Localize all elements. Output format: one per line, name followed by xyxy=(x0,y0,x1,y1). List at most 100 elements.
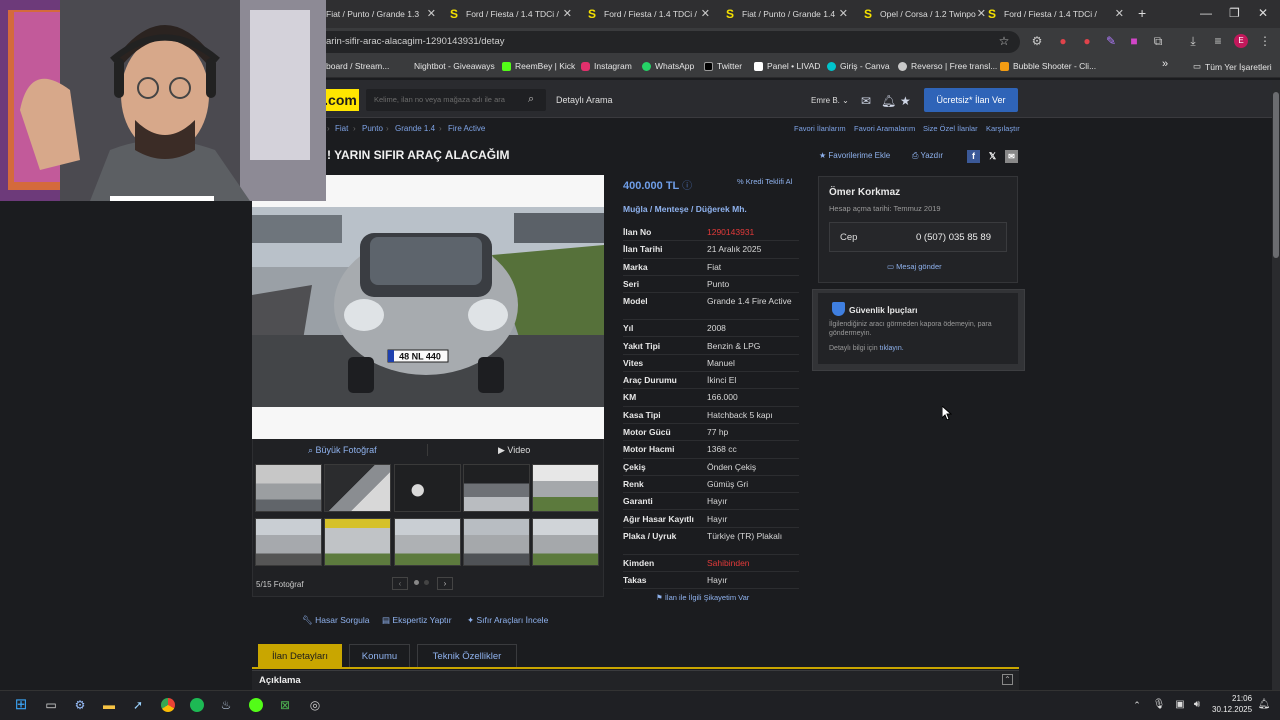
print-link[interactable]: ⎙ Yazdır xyxy=(912,151,943,161)
page-dot[interactable] xyxy=(424,580,429,585)
breadcrumb-item[interactable]: Fire Active xyxy=(448,124,485,133)
minimize-icon[interactable]: — xyxy=(1200,6,1212,20)
favorite-listings-link[interactable]: Favori İlanlarım xyxy=(794,124,846,133)
tab-technical[interactable]: Teknik Özellikler xyxy=(417,644,517,668)
add-favorite-link[interactable]: ★ Favorilerime Ekle xyxy=(819,151,890,160)
menu-icon[interactable]: ⋮ xyxy=(1258,34,1272,48)
breadcrumb-item[interactable]: Fiat xyxy=(335,124,348,133)
app-icon[interactable]: ⊠ xyxy=(276,696,294,714)
bell-icon[interactable]: 🔔︎ xyxy=(881,94,896,108)
close-icon[interactable]: ✕ xyxy=(701,7,710,20)
download-icon[interactable]: ⤓ xyxy=(1186,34,1200,48)
bookmark-item[interactable]: Giriş - Canva xyxy=(827,61,890,71)
bookmark-item[interactable]: Reverso | Free transl... xyxy=(898,61,997,71)
prev-page-button[interactable]: ‹ xyxy=(392,577,408,590)
close-icon[interactable]: ✕ xyxy=(1115,7,1124,20)
thumbnail[interactable] xyxy=(532,464,599,512)
bookmark-star-icon[interactable]: ☆ xyxy=(997,34,1011,48)
extension-icon[interactable]: ● xyxy=(1080,34,1094,48)
close-icon[interactable]: ✕ xyxy=(427,7,436,20)
complaint-link[interactable]: ⚑ İlan ile İlgili Şikayetim Var xyxy=(656,593,749,602)
windows-start-icon[interactable]: ⊞ xyxy=(12,696,30,714)
obs-icon[interactable]: ◎ xyxy=(306,696,324,714)
location-breadcrumb[interactable]: Muğla / Menteşe / Düğerek Mh. xyxy=(623,204,747,214)
collapse-icon[interactable]: ⌃ xyxy=(1002,674,1013,685)
thumbnail[interactable] xyxy=(255,464,322,512)
browser-tab[interactable]: Fiat / Punto / Grande 1.3 ✕ xyxy=(326,4,436,24)
network-icon[interactable]: ▣ xyxy=(1171,696,1189,714)
browser-tab[interactable]: S Ford / Fiesta / 1.4 TDCi / ✕ xyxy=(986,4,1124,24)
thumbnail[interactable] xyxy=(394,518,461,566)
search-input[interactable]: Kelime, ilan no veya mağaza adı ile ara xyxy=(366,89,546,111)
main-photo[interactable]: 48 NL 440 xyxy=(252,175,604,439)
info-icon[interactable]: ⓘ xyxy=(682,181,692,192)
favorite-searches-link[interactable]: Favori Aramalarım xyxy=(854,124,915,133)
extension-icon[interactable]: ● xyxy=(1056,34,1070,48)
settings-icon[interactable]: ⚙ xyxy=(71,696,89,714)
thumbnail[interactable] xyxy=(463,464,530,512)
damage-query-link[interactable]: 🔧︎ Hasar Sorgula xyxy=(302,615,370,626)
new-cars-link[interactable]: ✦ Sıfır Araçları İncele xyxy=(467,615,548,626)
thumbnail[interactable] xyxy=(255,518,322,566)
file-explorer-icon[interactable]: ▬ xyxy=(100,696,118,714)
bookmark-item[interactable]: Nightbot - Giveaways xyxy=(414,61,495,71)
site-logo[interactable]: .com xyxy=(322,89,359,111)
bookmark-item[interactable]: Twitter xyxy=(704,61,742,71)
thumbnail[interactable] xyxy=(394,464,461,512)
app-icon[interactable]: ➚ xyxy=(129,696,147,714)
phone-number[interactable]: 0 (507) 035 85 89 xyxy=(916,232,991,243)
thumbnail[interactable] xyxy=(463,518,530,566)
extension-icon[interactable]: ⚙ xyxy=(1030,34,1044,48)
star-icon[interactable]: ★ xyxy=(900,94,911,108)
safety-detail-link[interactable]: tıklayın. xyxy=(880,345,904,352)
bookmark-item[interactable]: Panel • LIVAD xyxy=(754,61,820,71)
close-icon[interactable]: ✕ xyxy=(563,7,572,20)
bookmark-item[interactable]: ReemBey | Kick xyxy=(502,61,575,71)
thumbnail[interactable] xyxy=(532,518,599,566)
close-icon[interactable]: ✕ xyxy=(839,7,848,20)
browser-tab[interactable]: S Ford / Fiesta / 1.4 TDCi / ✕ xyxy=(448,4,572,24)
breadcrumb-item[interactable]: Punto xyxy=(362,124,383,133)
url-field[interactable]: arin-sifir-arac-alacagim-1290143931/deta… xyxy=(300,31,1020,53)
steam-icon[interactable]: ♨ xyxy=(217,696,235,714)
chrome-icon[interactable] xyxy=(159,696,177,714)
credit-offer-link[interactable]: % Kredi Teklifi Al xyxy=(737,177,792,186)
media-icon[interactable]: ≡ xyxy=(1211,34,1225,48)
bookmark-item[interactable]: board / Stream... xyxy=(326,61,389,71)
new-tab-button[interactable]: + xyxy=(1138,5,1146,21)
profile-avatar[interactable]: E xyxy=(1234,34,1248,48)
bookmark-item[interactable]: Instagram xyxy=(581,61,632,71)
email-share-icon[interactable]: ✉ xyxy=(1005,150,1018,163)
next-page-button[interactable]: › xyxy=(437,577,453,590)
bookmarks-overflow[interactable]: » xyxy=(1162,58,1168,70)
mail-icon[interactable]: ✉ xyxy=(861,94,871,108)
microphone-icon[interactable]: 🎙︎ xyxy=(1150,696,1168,714)
task-view-icon[interactable]: ▭ xyxy=(42,696,60,714)
user-menu[interactable]: Emre B. ⌄ xyxy=(811,96,849,105)
bookmark-item[interactable]: WhatsApp xyxy=(642,61,694,71)
maximize-icon[interactable]: ❐ xyxy=(1229,6,1240,20)
big-photo-link[interactable]: ⌕ Büyük Fotoğraf xyxy=(308,445,377,456)
tab-location[interactable]: Konumu xyxy=(349,644,410,668)
breadcrumb-item[interactable]: Grande 1.4 xyxy=(395,124,435,133)
x-icon[interactable]: 𝕏 xyxy=(986,150,999,163)
video-link[interactable]: ▶︎ Video xyxy=(498,445,530,456)
post-ad-button[interactable]: Ücretsiz* İlan Ver xyxy=(924,88,1018,112)
compare-link[interactable]: Karşılaştır xyxy=(986,124,1020,133)
browser-tab[interactable]: S Ford / Fiesta / 1.4 TDCi / ✕ xyxy=(586,4,710,24)
inspection-link[interactable]: ▤ Ekspertiz Yaptır xyxy=(382,615,452,626)
extension-icon[interactable]: ■ xyxy=(1127,34,1141,48)
all-bookmarks[interactable]: ▭ Tüm Yer İşaretleri xyxy=(1193,61,1272,72)
close-icon[interactable]: ✕ xyxy=(977,7,986,20)
special-listings-link[interactable]: Size Özel İlanlar xyxy=(923,124,978,133)
volume-icon[interactable]: 🔊︎ xyxy=(1188,696,1206,714)
thumbnail[interactable] xyxy=(324,518,391,566)
chevron-up-icon[interactable]: ⌃ xyxy=(1128,696,1146,714)
close-window-icon[interactable]: ✕ xyxy=(1258,6,1268,20)
puzzle-icon[interactable]: ⧉ xyxy=(1151,34,1165,48)
send-message-link[interactable]: ▭ Mesaj gönder xyxy=(887,262,942,271)
kick-app-icon[interactable] xyxy=(247,696,265,714)
taskbar-clock[interactable]: 21:06 30.12.2025 xyxy=(1212,693,1252,715)
browser-tab[interactable]: S Fiat / Punto / Grande 1.4 ✕ xyxy=(724,4,848,24)
spotify-icon[interactable] xyxy=(188,696,206,714)
